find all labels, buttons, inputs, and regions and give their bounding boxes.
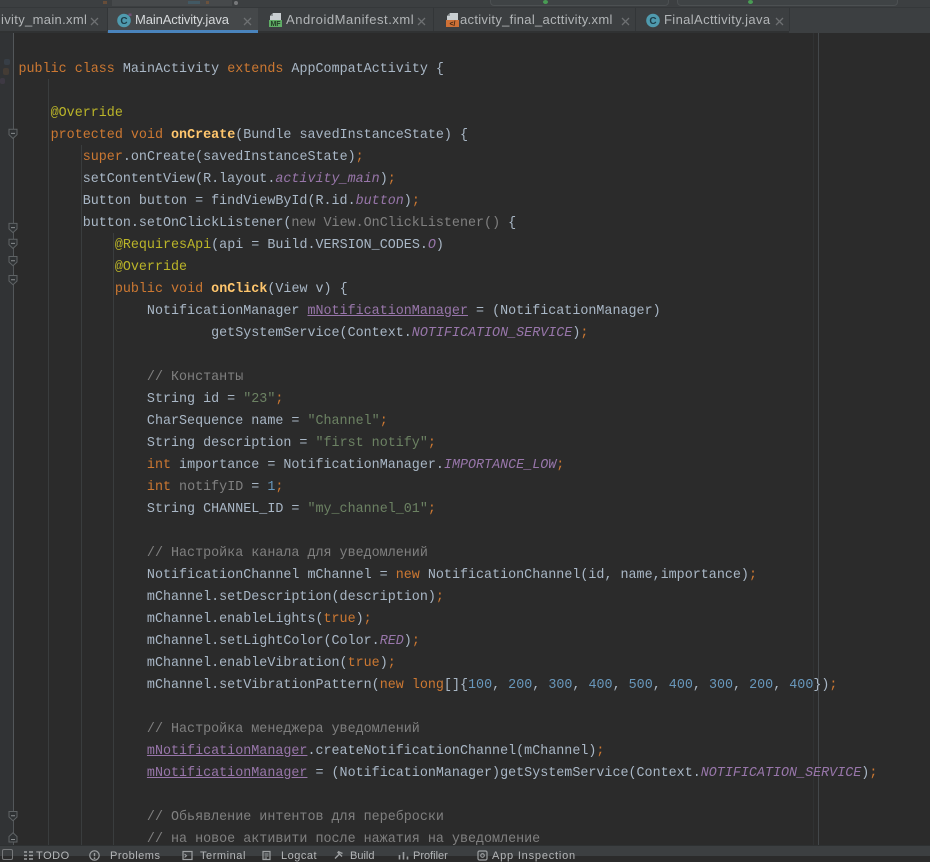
svg-text:C: C bbox=[649, 16, 656, 27]
svg-text:C: C bbox=[120, 16, 127, 27]
svg-text:</: </ bbox=[449, 21, 455, 28]
svg-text:MF: MF bbox=[270, 21, 281, 28]
